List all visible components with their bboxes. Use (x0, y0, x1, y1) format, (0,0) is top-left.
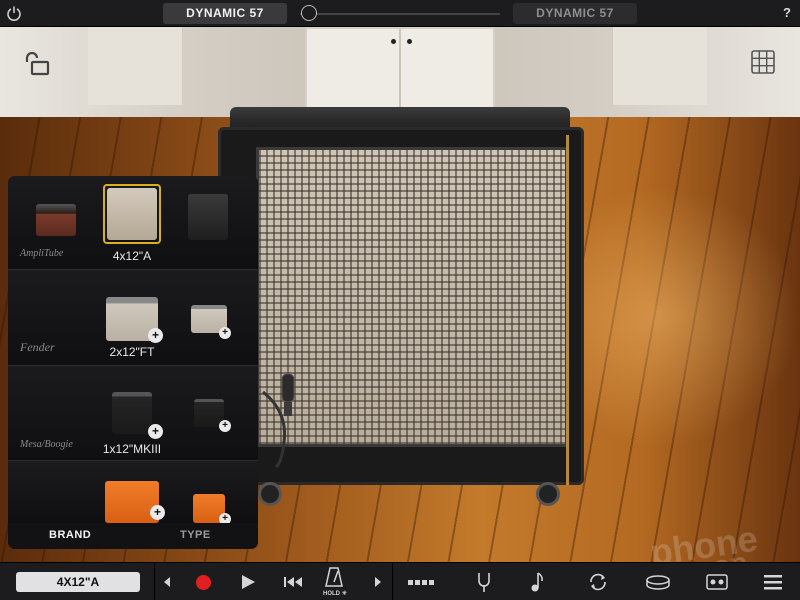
divider (154, 563, 155, 600)
brand-logo: Mesa/Boogie (20, 439, 73, 450)
top-bar: DYNAMIC 57 DYNAMIC 57 ? (0, 0, 800, 27)
hold-label: HOLD ☀ (323, 591, 348, 597)
divider (392, 563, 393, 600)
brand-row-orange: + + (8, 461, 258, 525)
brand-row-fender: Fender + 2x12"FT + (8, 270, 258, 366)
play-icon[interactable] (237, 571, 259, 593)
help-icon[interactable]: ? (783, 5, 791, 20)
cabinet-thumb-selected[interactable] (107, 188, 157, 240)
loop-icon[interactable] (587, 571, 609, 593)
metronome-icon[interactable] (323, 566, 345, 588)
next-icon[interactable] (366, 571, 388, 593)
power-icon[interactable] (6, 5, 22, 21)
cabinet-browser-panel: AmpliTube 4x12"A Fender + 2x12"FT + Mesa… (8, 176, 258, 549)
add-icon[interactable]: + (219, 327, 231, 339)
brand-row-mesa-boogie: Mesa/Boogie + 1x12"MKIII + (8, 366, 258, 461)
preset-name-field[interactable]: 4X12"A (16, 572, 140, 592)
brand-row-amplitube: AmpliTube 4x12"A (8, 176, 258, 270)
background-cabinet (305, 27, 495, 111)
prev-icon[interactable] (157, 571, 179, 593)
tab-brand[interactable]: BRAND (49, 529, 91, 541)
note-icon[interactable] (527, 571, 549, 593)
add-icon[interactable]: + (150, 505, 165, 520)
cabinet-thumb[interactable] (112, 392, 152, 434)
mic-select-left[interactable]: DYNAMIC 57 (163, 3, 287, 24)
record-icon[interactable] (196, 575, 211, 590)
cabinet-thumb[interactable] (188, 194, 228, 240)
cabinet-thumb[interactable] (36, 204, 76, 236)
tape-icon[interactable] (705, 571, 729, 593)
wall-panel-right (612, 27, 707, 105)
mic-mix-knob[interactable] (301, 5, 317, 21)
tuner-icon[interactable] (473, 571, 495, 593)
brand-logo: Fender (20, 340, 55, 354)
menu-icon[interactable] (762, 571, 784, 593)
browser-tab-bar: BRAND TYPE (8, 523, 258, 549)
mic-mix-track[interactable] (300, 13, 500, 15)
tab-type[interactable]: TYPE (180, 529, 211, 541)
drum-icon[interactable] (645, 571, 671, 593)
rewind-icon[interactable] (282, 571, 304, 593)
caster-wheel (536, 482, 560, 506)
cabinet-caption: 2x12"FT (109, 345, 155, 359)
mic-select-right[interactable]: DYNAMIC 57 (513, 3, 637, 24)
microphone-icon[interactable] (258, 372, 303, 472)
add-icon[interactable]: + (148, 328, 163, 343)
cabinet-piping (566, 135, 569, 485)
cabinet-caption: 4x12"A (112, 249, 152, 263)
add-icon[interactable]: + (148, 424, 163, 439)
unlock-icon[interactable] (22, 50, 50, 78)
caster-wheel (258, 482, 282, 506)
grid-icon[interactable] (751, 50, 775, 74)
cabinet-caption: 1x12"MKIII (102, 442, 162, 456)
wall-panel-left (88, 27, 183, 105)
brand-logo: AmpliTube (20, 248, 64, 259)
bottom-toolbar: 4X12"A HOLD ☀ (0, 562, 800, 600)
add-icon[interactable]: + (219, 420, 231, 432)
looper-icon[interactable] (406, 571, 436, 593)
